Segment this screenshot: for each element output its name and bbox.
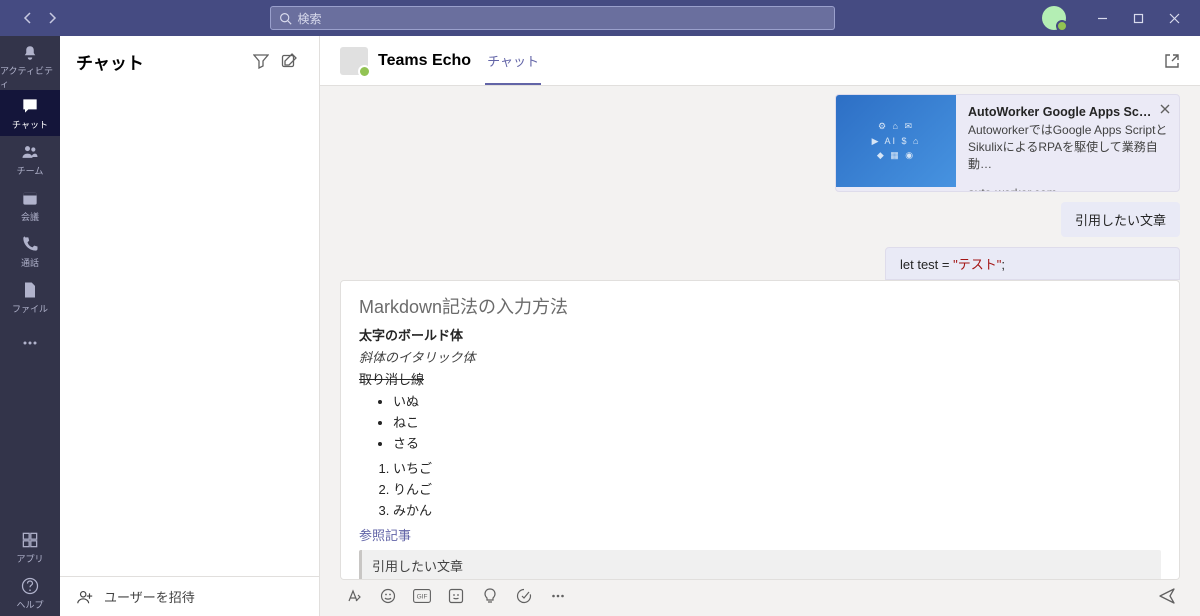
praise-button[interactable]	[480, 586, 500, 606]
search-icon	[279, 12, 292, 25]
more-actions-button[interactable]	[548, 586, 568, 606]
rail-help[interactable]: ヘルプ	[0, 570, 60, 616]
window-close-button[interactable]	[1156, 0, 1192, 36]
nav-forward-button[interactable]	[42, 8, 62, 28]
title-bar: 検索	[0, 0, 1200, 36]
send-icon	[1158, 587, 1176, 605]
compose-ordered-list: いちご りんご みかん	[393, 458, 1161, 519]
code-pre: let test =	[900, 257, 953, 272]
sticker-icon	[448, 588, 464, 604]
calendar-icon	[20, 188, 40, 208]
chat-list-title: チャット	[76, 49, 247, 74]
list-item: みかん	[393, 500, 1161, 519]
rail-meeting-label: 会議	[21, 210, 39, 223]
list-item: いぬ	[393, 391, 1161, 410]
code-post: ;	[1001, 257, 1005, 272]
link-title: AutoWorker Google Apps Sc…	[968, 105, 1169, 119]
link-preview-card[interactable]: ⚙ ⌂ ✉▶ AI $ ⌂◆ ▦ ◉ AutoWorker Google App…	[835, 94, 1180, 192]
rail-call-label: 通話	[21, 256, 39, 269]
window-maximize-button[interactable]	[1120, 0, 1156, 36]
compose-italic-text: 斜体のイタリック体	[359, 347, 1161, 366]
message-bubble[interactable]: 引用したい文章	[1061, 202, 1180, 237]
invite-label: ユーザーを招待	[104, 587, 195, 606]
list-item: いちご	[393, 458, 1161, 477]
list-item: ねこ	[393, 412, 1161, 431]
chat-list-pane: チャット ユーザーを招待	[60, 36, 320, 616]
rail-team-label: チーム	[17, 164, 44, 177]
team-icon	[20, 142, 40, 162]
compose-bold-text: 太字のボールド体	[359, 325, 1161, 344]
emoji-icon	[380, 588, 396, 604]
apps-icon	[20, 530, 40, 550]
rail-team[interactable]: チーム	[0, 136, 60, 182]
approval-icon	[516, 588, 532, 604]
close-icon	[1159, 103, 1171, 115]
send-button[interactable]	[1158, 587, 1176, 605]
rail-file[interactable]: ファイル	[0, 274, 60, 320]
compose-toolbar: GIF	[340, 580, 1180, 608]
emoji-button[interactable]	[378, 586, 398, 606]
invite-icon	[76, 588, 94, 606]
gif-button[interactable]: GIF	[412, 586, 432, 606]
invite-users-button[interactable]: ユーザーを招待	[60, 576, 319, 616]
user-avatar[interactable]	[1042, 6, 1066, 30]
more-icon	[20, 333, 40, 353]
svg-text:GIF: GIF	[417, 594, 428, 601]
compose-unordered-list: いぬ ねこ さる	[393, 391, 1161, 452]
compose-link[interactable]: 参照記事	[359, 528, 411, 543]
compose-heading: Markdown記法の入力方法	[359, 293, 1161, 319]
filter-icon	[253, 53, 269, 69]
link-domain: auto-worker.com	[968, 186, 1169, 192]
link-description: AutoworkerではGoogle Apps ScriptとSikulixによ…	[968, 122, 1169, 172]
chat-title: Teams Echo	[378, 52, 471, 70]
app-rail: アクティビティ チャット チーム 会議 通話 ファイル アプリ	[0, 36, 60, 616]
format-button[interactable]	[344, 586, 364, 606]
new-chat-button[interactable]	[275, 47, 303, 75]
chat-area: Teams Echo チャット ⚙ ⌂ ✉▶ AI $ ⌂◆ ▦ ◉ AutoW…	[320, 36, 1200, 616]
compose-box[interactable]: Markdown記法の入力方法 太字のボールド体 斜体のイタリック体 取り消し線…	[340, 280, 1180, 580]
rail-help-label: ヘルプ	[16, 598, 43, 611]
link-close-button[interactable]	[1159, 103, 1171, 115]
message-list: ⚙ ⌂ ✉▶ AI $ ⌂◆ ▦ ◉ AutoWorker Google App…	[320, 86, 1200, 280]
rail-more[interactable]	[0, 320, 60, 366]
compose-blockquote: 引用したい文章	[359, 550, 1161, 580]
help-icon	[20, 576, 40, 596]
rail-chat-label: チャット	[12, 118, 48, 131]
search-input[interactable]: 検索	[270, 6, 835, 30]
rail-activity-label: アクティビティ	[0, 64, 60, 90]
link-thumbnail: ⚙ ⌂ ✉▶ AI $ ⌂◆ ▦ ◉	[836, 95, 956, 187]
list-item: りんご	[393, 479, 1161, 498]
phone-icon	[20, 234, 40, 254]
rail-chat[interactable]: チャット	[0, 90, 60, 136]
search-placeholder: 検索	[298, 10, 322, 27]
rail-call[interactable]: 通話	[0, 228, 60, 274]
chat-header: Teams Echo チャット	[320, 36, 1200, 86]
rail-activity[interactable]: アクティビティ	[0, 44, 60, 90]
filter-button[interactable]	[247, 47, 275, 75]
gif-icon: GIF	[413, 589, 431, 603]
rail-meeting[interactable]: 会議	[0, 182, 60, 228]
rail-apps-label: アプリ	[16, 552, 43, 565]
rail-apps[interactable]: アプリ	[0, 524, 60, 570]
chat-avatar	[340, 47, 368, 75]
approval-button[interactable]	[514, 586, 534, 606]
sticker-button[interactable]	[446, 586, 466, 606]
window-minimize-button[interactable]	[1084, 0, 1120, 36]
tab-chat[interactable]: チャット	[485, 36, 541, 85]
bell-icon	[20, 44, 40, 62]
chat-icon	[20, 96, 40, 116]
nav-back-button[interactable]	[18, 8, 38, 28]
code-string: "テスト"	[953, 257, 1001, 272]
bulb-icon	[483, 588, 497, 604]
popout-icon	[1164, 53, 1180, 69]
rail-file-label: ファイル	[12, 302, 48, 315]
list-item: さる	[393, 433, 1161, 452]
file-icon	[20, 280, 40, 300]
popout-button[interactable]	[1164, 53, 1180, 69]
more-icon	[550, 588, 566, 604]
compose-strike-text: 取り消し線	[359, 369, 1161, 388]
compose-icon	[281, 53, 297, 69]
code-message-bubble[interactable]: let test = "テスト";	[885, 247, 1180, 280]
format-icon	[346, 588, 362, 604]
